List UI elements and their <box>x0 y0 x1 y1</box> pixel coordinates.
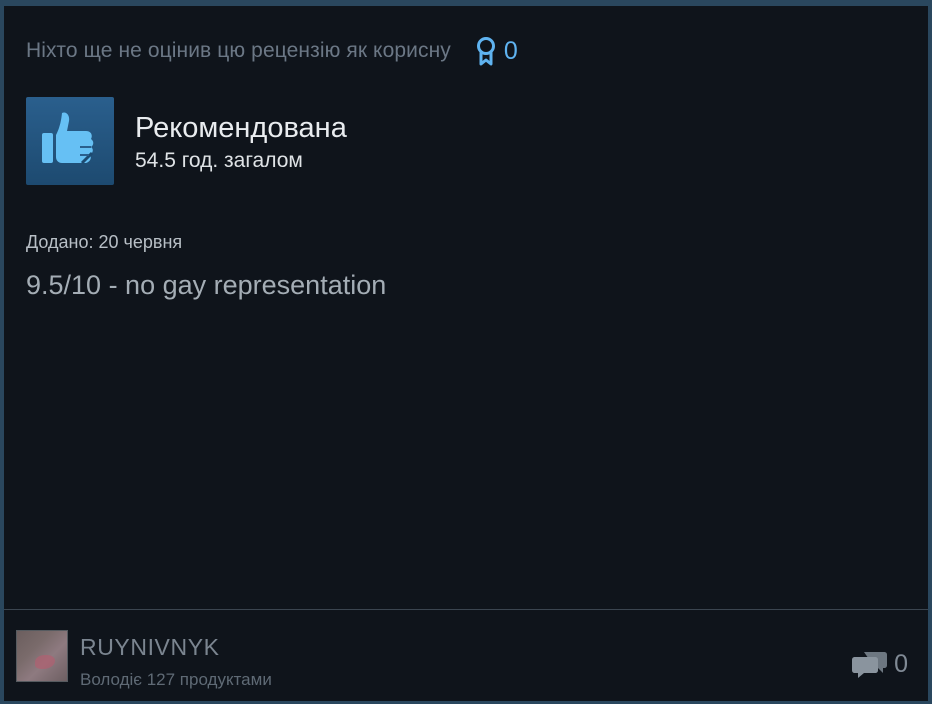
comments-count: 0 <box>894 649 908 678</box>
review-card: Ніхто ще не оцінив цю рецензію як корисн… <box>4 6 928 701</box>
verdict-title[interactable]: Рекомендована <box>135 110 347 146</box>
comments-icon <box>852 648 888 680</box>
comments-button[interactable]: 0 <box>852 648 908 680</box>
review-footer: RUYNIVNYK Володіє 127 продуктами 0 <box>4 610 928 701</box>
playtime-hours: 54.5 год. загалом <box>135 149 303 172</box>
verdict-text: Рекомендована 54.5 год. загалом <box>135 97 347 173</box>
author-products-count: Володіє 127 продуктами <box>80 670 272 689</box>
award-button[interactable]: 0 <box>475 36 518 66</box>
award-count: 0 <box>503 36 518 65</box>
avatar[interactable] <box>16 630 68 682</box>
author-name[interactable]: RUYNIVNYK <box>80 634 220 661</box>
review-verdict: Рекомендована 54.5 год. загалом <box>26 97 347 185</box>
review-body: 9.5/10 - no gay representation <box>26 270 387 300</box>
award-ribbon-icon <box>475 36 497 66</box>
posted-date: Додано: 20 червня <box>26 232 183 252</box>
helpful-row: Ніхто ще не оцінив цю рецензію як корисн… <box>26 36 518 66</box>
helpful-status-text: Ніхто ще не оцінив цю рецензію як корисн… <box>26 39 451 62</box>
avatar-decoration <box>35 655 55 669</box>
thumbs-up-icon[interactable] <box>26 97 114 185</box>
